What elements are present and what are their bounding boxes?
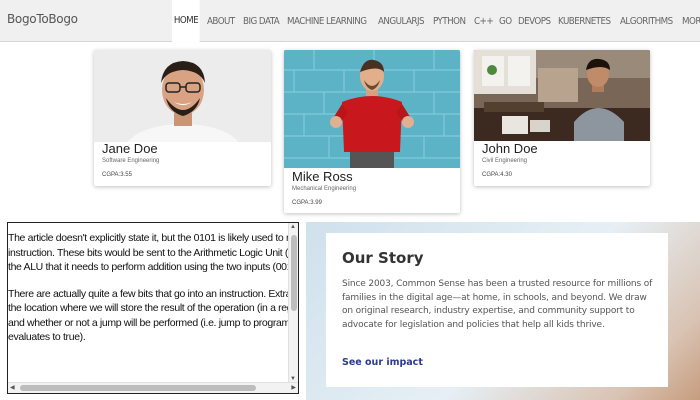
profile-photo [474, 50, 650, 141]
vertical-scrollbar[interactable]: ▲ ▼ [288, 223, 298, 383]
article-line: evaluates to true). [8, 331, 86, 343]
vertical-scroll-thumb[interactable] [291, 235, 297, 311]
article-paragraph: There are actually quite a few bits that… [8, 287, 298, 345]
profile-card-jane: Jane Doe Software Engineering CGPA:3.55 [94, 50, 271, 186]
nav-machine-learning[interactable]: MACHINE LEARNING [287, 16, 367, 27]
scroll-up-icon[interactable]: ▲ [290, 224, 296, 230]
horizontal-scroll-thumb[interactable] [20, 385, 256, 391]
nav-home[interactable]: HOME [172, 0, 200, 42]
nav-links: HOME ABOUT BIG DATA MACHINE LEARNING ANG… [172, 0, 700, 42]
brand-logo[interactable]: BogoToBogo [7, 12, 78, 26]
profile-major: Mechanical Engineering [292, 186, 357, 192]
article-paragraph: The article doesn't explicitly state it,… [8, 231, 298, 275]
article-line: instruction. These bits would be sent to… [8, 246, 298, 259]
profile-major: Civil Engineering [482, 158, 528, 164]
article-line: the location where we will store the res… [8, 302, 298, 314]
profile-photo [94, 50, 271, 142]
nav-kubernetes[interactable]: KUBERNETES [558, 16, 611, 27]
nav-more-label: MORE... [682, 15, 700, 27]
horizontal-scrollbar[interactable]: ◀ ▶ [8, 382, 298, 393]
article-text: The article doesn't explicitly state it,… [8, 231, 298, 357]
nav-big-data[interactable]: BIG DATA [243, 16, 280, 27]
nav-cpp[interactable]: C++ [474, 16, 494, 27]
profile-major: Software Engineering [102, 158, 160, 164]
profile-cgpa: CGPA:4.30 [482, 172, 512, 178]
article-line: The article doesn't explicitly state it,… [8, 232, 298, 244]
nav-python[interactable]: PYTHON [433, 16, 466, 27]
nav-go[interactable]: GO [499, 16, 512, 27]
story-title: Our Story [342, 249, 424, 267]
nav-about[interactable]: ABOUT [207, 16, 235, 27]
profile-cgpa: CGPA:3.99 [292, 200, 322, 206]
story-body: Since 2003, Common Sense has been a trus… [342, 279, 653, 330]
top-navbar: BogoToBogo HOME ABOUT BIG DATA MACHINE L… [0, 0, 700, 42]
nav-angularjs[interactable]: ANGULARJS [378, 16, 425, 27]
profile-card-mike: Mike Ross Mechanical Engineering CGPA:3.… [284, 50, 460, 213]
scroll-left-icon[interactable]: ◀ [10, 384, 15, 391]
profile-name: John Doe [482, 141, 538, 156]
profile-name: Mike Ross [292, 169, 353, 184]
profile-card-john: John Doe Civil Engineering CGPA:4.30 [474, 50, 650, 186]
article-scroll-box[interactable]: The article doesn't explicitly state it,… [7, 222, 299, 394]
profile-name: Jane Doe [102, 141, 158, 156]
profile-cgpa: CGPA:3.55 [102, 172, 132, 178]
article-line: There are actually quite a few bits that… [8, 287, 298, 300]
nav-more-dropdown[interactable]: MORE... ▼ [682, 16, 700, 27]
scroll-right-icon[interactable]: ▶ [291, 384, 296, 391]
profile-photo [284, 50, 460, 168]
story-card: Our Story Since 2003, Common Sense has b… [326, 233, 668, 387]
nav-algorithms[interactable]: ALGORITHMS [620, 16, 673, 27]
article-line: the ALU that it needs to perform additio… [8, 261, 298, 273]
see-our-impact-link[interactable]: See our impact [342, 357, 423, 368]
nav-devops[interactable]: DEVOPS [518, 16, 551, 27]
article-line: and whether or not a jump will be perfor… [8, 316, 298, 329]
